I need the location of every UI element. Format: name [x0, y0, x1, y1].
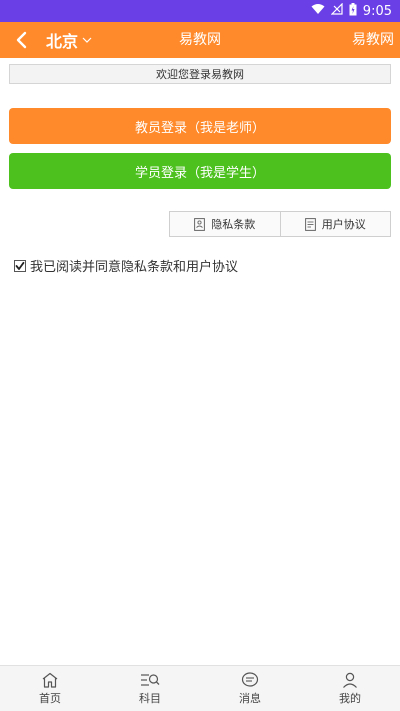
policy-links: 隐私条款 用户协议: [169, 211, 391, 237]
battery-icon: [349, 2, 357, 20]
tab-home-label: 首页: [39, 691, 61, 705]
user-agreement-button[interactable]: 用户协议: [279, 212, 391, 236]
agree-checkbox[interactable]: [14, 259, 26, 272]
tab-subjects[interactable]: 科目: [100, 666, 200, 711]
subjects-icon: [141, 673, 160, 686]
checkmark-icon: [15, 261, 25, 270]
city-label: 北京: [46, 32, 79, 51]
chevron-down-icon: [82, 37, 92, 43]
message-icon: [241, 671, 259, 687]
privacy-doc-icon: [194, 217, 206, 231]
tab-messages-label: 消息: [239, 691, 261, 705]
teacher-login-button[interactable]: 教员登录（我是老师）: [9, 108, 391, 144]
back-button[interactable]: [10, 28, 32, 52]
privacy-policy-button[interactable]: 隐私条款: [170, 212, 280, 236]
status-bar: 9:05: [0, 0, 400, 22]
student-login-button[interactable]: 学员登录（我是学生）: [9, 153, 391, 189]
signal-icon: [330, 2, 343, 19]
user-agreement-label: 用户协议: [321, 218, 366, 231]
tab-home[interactable]: 首页: [0, 666, 100, 711]
back-arrow-icon: [16, 31, 27, 49]
tab-subjects-label: 科目: [139, 691, 161, 705]
home-icon: [42, 672, 58, 688]
status-time: 9:05: [362, 3, 392, 19]
status-icons: [311, 2, 357, 20]
profile-icon: [343, 672, 357, 688]
tab-profile-label: 我的: [339, 691, 361, 705]
tab-profile[interactable]: 我的: [300, 666, 400, 711]
agreement-doc-icon: [304, 217, 316, 231]
top-bar: 易教网 北京 易教网: [0, 22, 400, 58]
city-selector[interactable]: 北京: [46, 28, 92, 52]
welcome-banner: 欢迎您登录易教网: [9, 64, 391, 84]
header-right-link[interactable]: 易教网: [352, 22, 394, 58]
bottom-nav: 首页 科目 消息 我的: [0, 665, 400, 711]
tab-messages[interactable]: 消息: [200, 666, 300, 711]
agree-label: 我已阅读并同意隐私条款和用户协议: [30, 260, 239, 275]
wifi-icon: [311, 3, 325, 19]
agree-row: 我已阅读并同意隐私条款和用户协议: [14, 256, 238, 275]
privacy-policy-label: 隐私条款: [211, 218, 256, 231]
